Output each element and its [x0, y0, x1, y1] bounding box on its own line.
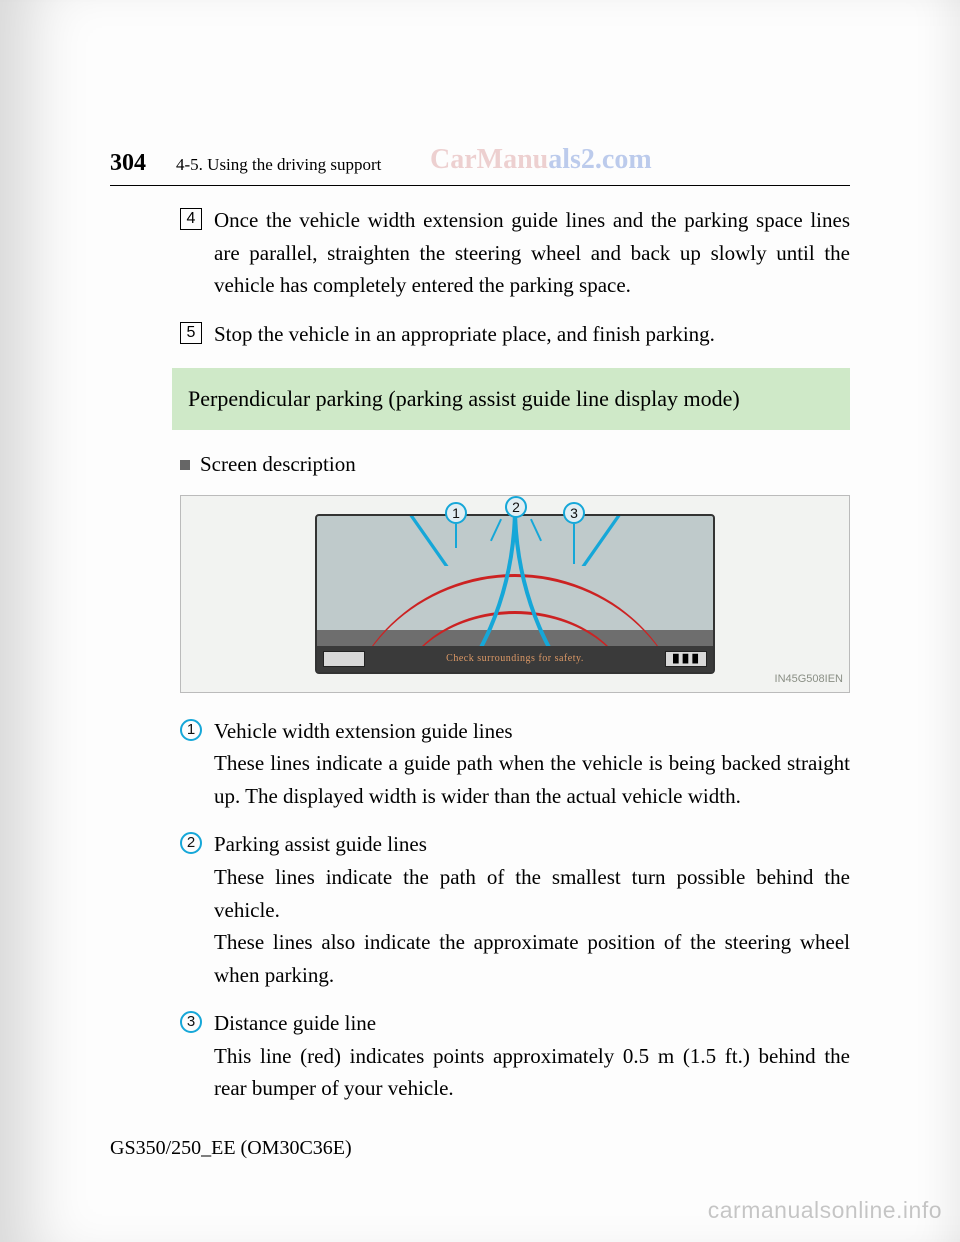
- callout-line: [573, 524, 575, 564]
- figure-callout-3: 3: [563, 502, 585, 524]
- screen-left-button[interactable]: [323, 651, 365, 667]
- circle-number: 1: [180, 719, 202, 741]
- step-text: Once the vehicle width extension guide l…: [214, 204, 850, 302]
- watermark-bottom: carmanualsonline.info: [708, 1197, 942, 1224]
- circle-number: 3: [180, 1011, 202, 1033]
- item-text-block: Parking assist guide lines These lines i…: [214, 828, 850, 991]
- description-item-1: 1 Vehicle width extension guide lines Th…: [180, 715, 850, 813]
- figure: 1 2 3: [180, 495, 850, 693]
- description-item-3: 3 Distance guide line This line (red) in…: [180, 1007, 850, 1105]
- item-desc: These lines also indicate the approximat…: [214, 926, 850, 991]
- item-text-block: Distance guide line This line (red) indi…: [214, 1007, 850, 1105]
- step-4: 4 Once the vehicle width extension guide…: [180, 204, 850, 302]
- bullet-label: Screen description: [200, 448, 356, 481]
- body: 4 Once the vehicle width extension guide…: [180, 204, 850, 1105]
- item-title: Parking assist guide lines: [214, 828, 850, 861]
- step-number-box: 4: [180, 208, 202, 230]
- callout-line: [455, 524, 457, 548]
- camera-screen: Check surroundings for safety. █ █ █: [315, 514, 715, 674]
- item-text-block: Vehicle width extension guide lines Thes…: [214, 715, 850, 813]
- content-area: 304 4-5. Using the driving support CarMa…: [110, 150, 850, 1132]
- square-bullet-icon: [180, 460, 190, 470]
- footer-model-code: GS350/250_EE (OM30C36E): [110, 1137, 352, 1160]
- screen-right-button[interactable]: █ █ █: [665, 651, 707, 667]
- step-5: 5 Stop the vehicle in an appropriate pla…: [180, 318, 850, 351]
- item-title: Distance guide line: [214, 1007, 850, 1040]
- item-desc: These lines indicate a guide path when t…: [214, 747, 850, 812]
- circle-number: 2: [180, 832, 202, 854]
- section-heading-box: Perpendicular parking (parking assist gu…: [172, 368, 850, 430]
- manual-page: 304 4-5. Using the driving support CarMa…: [0, 0, 960, 1242]
- screen-warning-text: Check surroundings for safety.: [446, 651, 584, 667]
- section-path: 4-5. Using the driving support: [176, 155, 381, 175]
- figure-callout-1: 1: [445, 502, 467, 524]
- item-desc: These lines indicate the path of the sma…: [214, 861, 850, 926]
- step-number-box: 5: [180, 322, 202, 344]
- item-desc: This line (red) indicates points approxi…: [214, 1040, 850, 1105]
- figure-code: IN45G508IEN: [775, 671, 843, 688]
- header-divider: [110, 185, 850, 186]
- figure-callout-2: 2: [505, 496, 527, 518]
- bullet-heading: Screen description: [180, 448, 850, 481]
- description-item-2: 2 Parking assist guide lines These lines…: [180, 828, 850, 991]
- item-title: Vehicle width extension guide lines: [214, 715, 850, 748]
- step-text: Stop the vehicle in an appropriate place…: [214, 318, 715, 351]
- header: 304 4-5. Using the driving support CarMa…: [110, 150, 850, 186]
- screen-bottom-bar: Check surroundings for safety. █ █ █: [317, 646, 713, 672]
- page-number: 304: [110, 150, 146, 177]
